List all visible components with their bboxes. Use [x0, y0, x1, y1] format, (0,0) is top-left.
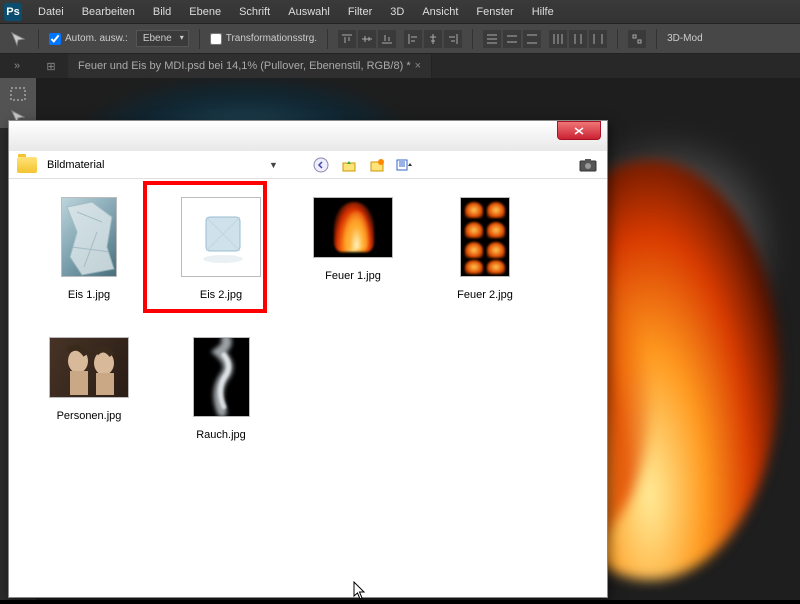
menu-layer[interactable]: Ebene: [181, 3, 229, 21]
auto-select-checkbox[interactable]: [49, 33, 61, 45]
close-icon: [574, 127, 584, 135]
menu-3d[interactable]: 3D: [382, 3, 412, 21]
menu-filter[interactable]: Filter: [340, 3, 380, 21]
auto-select-label: Autom. ausw.:: [65, 33, 128, 44]
thumbnail: [460, 197, 510, 277]
divider: [656, 29, 657, 49]
view-icon: [396, 157, 414, 173]
document-tabs: » ⊞ Feuer und Eis by MDI.psd bei 14,1% (…: [0, 54, 800, 78]
thumbnail: [61, 197, 117, 277]
menu-file[interactable]: Datei: [30, 3, 72, 21]
align-top-icon[interactable]: [338, 30, 356, 48]
document-tab[interactable]: Feuer und Eis by MDI.psd bei 14,1% (Pull…: [68, 54, 432, 78]
view-menu-button[interactable]: [394, 154, 416, 176]
distribute-top-icon[interactable]: [483, 30, 501, 48]
align-vcenter-icon[interactable]: [358, 30, 376, 48]
menu-help[interactable]: Hilfe: [524, 3, 562, 21]
folder-path[interactable]: Bildmaterial: [43, 156, 263, 174]
align-left-icon[interactable]: [404, 30, 422, 48]
photoshop-logo: Ps: [4, 3, 22, 21]
file-item[interactable]: Feuer 2.jpg: [419, 189, 551, 329]
back-icon: [313, 157, 329, 173]
back-button[interactable]: [310, 154, 332, 176]
align-right-icon[interactable]: [444, 30, 462, 48]
file-name: Eis 1.jpg: [68, 289, 110, 301]
divider: [327, 29, 328, 49]
menu-image[interactable]: Bild: [145, 3, 179, 21]
menu-select[interactable]: Auswahl: [280, 3, 338, 21]
dialog-toolbar: Bildmaterial ▼: [9, 151, 607, 179]
menu-edit[interactable]: Bearbeiten: [74, 3, 143, 21]
distribute-bottom-icon[interactable]: [523, 30, 541, 48]
file-item[interactable]: Personen.jpg: [23, 329, 155, 469]
file-name: Rauch.jpg: [196, 429, 246, 441]
file-name: Feuer 2.jpg: [457, 289, 513, 301]
menu-window[interactable]: Fenster: [468, 3, 521, 21]
file-grid[interactable]: Eis 1.jpg Eis 2.jpg Feuer 1.jpg: [9, 179, 607, 597]
file-open-dialog: Bildmaterial ▼ E: [8, 120, 608, 598]
mode-3d-label: 3D-Mod: [667, 33, 703, 44]
align-group-2: [404, 30, 462, 48]
auto-select-check[interactable]: Autom. ausw.:: [49, 33, 128, 45]
file-item[interactable]: Eis 2.jpg: [155, 189, 287, 329]
file-item[interactable]: Rauch.jpg: [155, 329, 287, 469]
options-bar: Autom. ausw.: Ebene Transformationsstrg.: [0, 24, 800, 54]
align-group-1: [338, 30, 396, 48]
thumbnail: [181, 197, 261, 277]
move-tool-icon[interactable]: [8, 29, 28, 49]
target-select[interactable]: Ebene: [136, 30, 189, 47]
file-item[interactable]: Feuer 1.jpg: [287, 189, 419, 329]
camera-button[interactable]: [577, 154, 599, 176]
menubar: Ps Datei Bearbeiten Bild Ebene Schrift A…: [0, 0, 800, 24]
new-folder-button[interactable]: [366, 154, 388, 176]
transform-checkbox[interactable]: [210, 33, 222, 45]
thumbnail: [313, 197, 393, 258]
up-button[interactable]: [338, 154, 360, 176]
folder-icon: [17, 157, 37, 173]
new-folder-icon: [369, 157, 385, 173]
thumbnail: [49, 337, 129, 398]
tab-close-icon[interactable]: ×: [415, 60, 421, 72]
align-hcenter-icon[interactable]: [424, 30, 442, 48]
distribute-vcenter-icon[interactable]: [503, 30, 521, 48]
photoshop-root: Ps Datei Bearbeiten Bild Ebene Schrift A…: [0, 0, 800, 600]
tab-arrange-icon[interactable]: ⊞: [34, 54, 68, 78]
file-name: Feuer 1.jpg: [325, 270, 381, 282]
file-name: Personen.jpg: [57, 410, 122, 422]
thumbnail: [193, 337, 250, 417]
marquee-tool-icon[interactable]: [4, 83, 32, 104]
distribute-group-1: [483, 30, 541, 48]
path-dropdown-icon[interactable]: ▼: [269, 160, 278, 170]
distribute-left-icon[interactable]: [549, 30, 567, 48]
align-bottom-icon[interactable]: [378, 30, 396, 48]
file-name: Eis 2.jpg: [200, 289, 242, 301]
menu-type[interactable]: Schrift: [231, 3, 278, 21]
tab-title: Feuer und Eis by MDI.psd bei 14,1% (Pull…: [78, 60, 411, 72]
folder-up-icon: [341, 157, 357, 173]
auto-align-group: [628, 30, 646, 48]
file-item[interactable]: Eis 1.jpg: [23, 189, 155, 329]
distribute-group-2: [549, 30, 607, 48]
camera-icon: [579, 158, 597, 172]
divider: [472, 29, 473, 49]
close-button[interactable]: [557, 121, 601, 140]
dialog-titlebar[interactable]: [9, 121, 607, 151]
divider: [617, 29, 618, 49]
divider: [38, 29, 39, 49]
transform-label: Transformationsstrg.: [226, 33, 317, 44]
menu-view[interactable]: Ansicht: [414, 3, 466, 21]
tab-collapse-icon[interactable]: »: [0, 54, 34, 78]
divider: [199, 29, 200, 49]
distribute-hcenter-icon[interactable]: [569, 30, 587, 48]
auto-align-icon[interactable]: [628, 30, 646, 48]
transform-check[interactable]: Transformationsstrg.: [210, 33, 317, 45]
distribute-right-icon[interactable]: [589, 30, 607, 48]
